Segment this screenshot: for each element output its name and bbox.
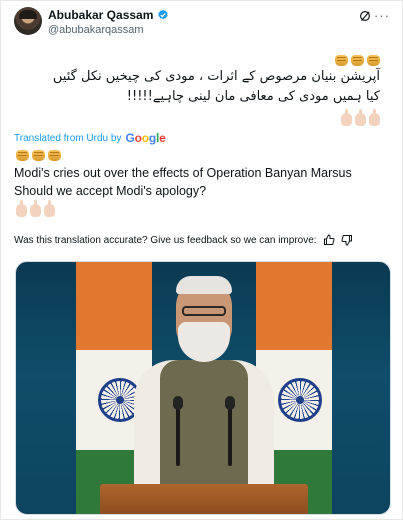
post-text-urdu-line-1: آپریشن بنیان مرصوص کے اثرات ، مودی کی چی…: [52, 69, 380, 84]
backhand-index-down-icon: [44, 200, 55, 217]
microphone-icon: [173, 396, 183, 466]
backhand-index-down-icon: [355, 109, 366, 126]
google-logo: Google: [125, 131, 166, 145]
backhand-index-down-icon: [369, 109, 380, 126]
post-text-urdu-line-2: کیا ہمیں مودی کی معافی مان لینی چاہیے!!!…: [126, 89, 380, 104]
avatar[interactable]: [14, 7, 42, 35]
fist-emoji-icon: [351, 55, 364, 66]
ashoka-chakra-icon: [278, 378, 322, 422]
fist-emoji-icon: [335, 55, 348, 66]
fist-emoji-icon: [16, 150, 29, 161]
author-name[interactable]: Abubakar Qassam: [48, 8, 153, 22]
emoji-row-fists-top: [335, 55, 380, 66]
translated-text-line-1: Modi's cries out over the effects of Ope…: [14, 166, 352, 180]
translated-label: Translated from Urdu by: [14, 132, 122, 144]
thumbs-down-icon[interactable]: [341, 234, 353, 246]
thumbs-up-icon[interactable]: [323, 234, 335, 246]
author-name-row: Abubakar Qassam: [48, 8, 169, 22]
grok-icon[interactable]: [358, 9, 372, 23]
fist-emoji-icon: [48, 150, 61, 161]
translation-attribution[interactable]: Translated from Urdu by Google: [14, 131, 166, 145]
post-card: Abubakar Qassam @abubakarqassam ··· آپری…: [0, 0, 403, 520]
post-header: Abubakar Qassam @abubakarqassam ···: [14, 7, 392, 41]
emoji-row-hands-top: [341, 109, 380, 126]
more-icon[interactable]: ···: [374, 8, 390, 23]
emoji-row-fists-en: [16, 150, 61, 161]
podium: [100, 484, 308, 514]
translated-text-line-2: Should we accept Modi's apology?: [14, 184, 207, 198]
translation-feedback: Was this translation accurate? Give us f…: [14, 234, 353, 246]
backhand-index-down-icon: [30, 200, 41, 217]
feedback-prompt: Was this translation accurate? Give us f…: [14, 234, 317, 246]
fist-emoji-icon: [367, 55, 380, 66]
backhand-index-down-icon: [341, 109, 352, 126]
speaker-figure: [124, 276, 284, 514]
post-media-image[interactable]: [15, 261, 391, 515]
fist-emoji-icon: [32, 150, 45, 161]
backhand-index-down-icon: [16, 200, 27, 217]
microphone-icon: [225, 396, 235, 466]
verified-badge-icon: [158, 9, 169, 20]
author-handle[interactable]: @abubakarqassam: [48, 24, 144, 36]
emoji-row-hands-en: [16, 200, 55, 217]
